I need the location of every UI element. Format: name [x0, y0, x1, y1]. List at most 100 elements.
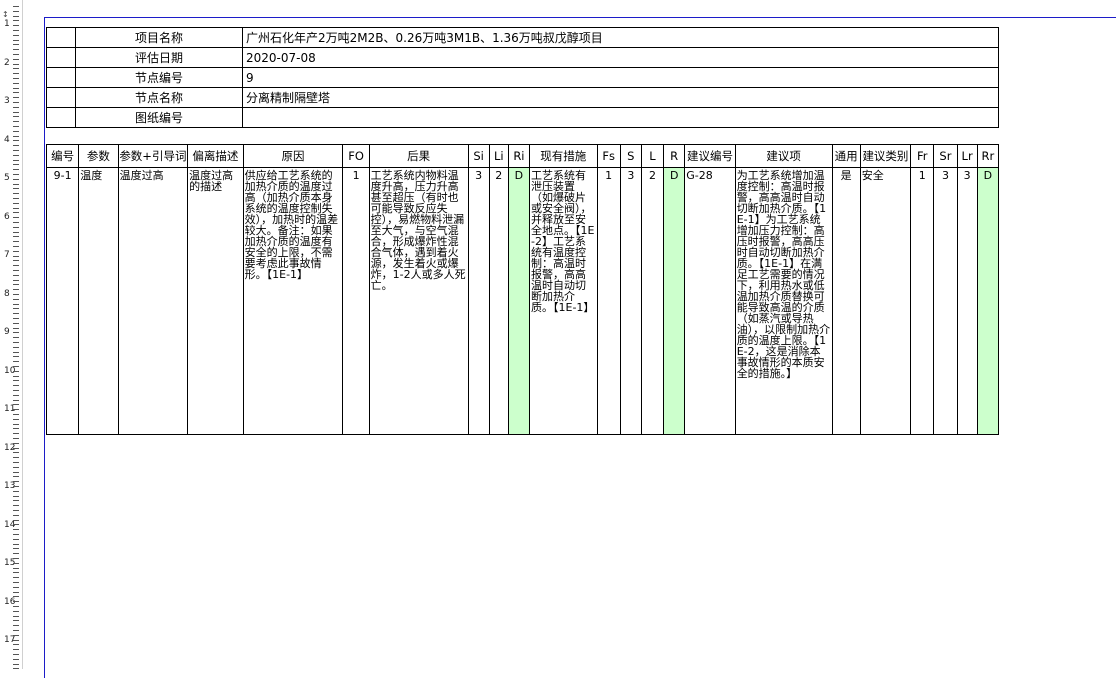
ruler-tick [13, 236, 19, 237]
ruler-tick [13, 462, 19, 463]
column-header: 原因 [242, 144, 344, 168]
ruler-tick [13, 20, 19, 21]
cell-ri: D [507, 167, 531, 435]
cell-id: 9-1 [45, 167, 80, 435]
info-blank-cell [46, 67, 76, 88]
ruler-tick [13, 577, 19, 578]
ruler-tick [13, 308, 19, 309]
ruler-tick [13, 524, 19, 525]
column-header: 编号 [45, 144, 80, 168]
ruler-tick [13, 59, 19, 60]
ruler-tick [13, 179, 19, 180]
ruler-tick [13, 553, 19, 554]
info-row: 节点编号 9 [46, 67, 999, 88]
cell-li: 2 [488, 167, 509, 435]
ruler-number: 3 [4, 96, 10, 106]
ruler-tick [13, 611, 19, 612]
column-header: FO [342, 144, 370, 168]
ruler-tick [13, 169, 19, 170]
ruler-number: 8 [4, 288, 10, 299]
info-value: 广州石化年产2万吨2M2B、0.26万吨3M1B、1.36万吨叔戊醇项目 [242, 27, 999, 48]
ruler-tick [13, 664, 19, 665]
column-header: Fs [596, 144, 621, 168]
cell-l: 2 [640, 167, 665, 435]
info-label: 图纸编号 [75, 107, 243, 128]
column-header: R [663, 144, 686, 168]
project-info-table: 项目名称 广州石化年产2万吨2M2B、0.26万吨3M1B、1.36万吨叔戊醇项目… [46, 27, 999, 128]
ruler-tick [13, 49, 19, 50]
ruler-tick [13, 361, 19, 362]
ruler-tick [13, 25, 19, 26]
ruler-tick [13, 534, 19, 535]
ruler-tick [13, 78, 19, 79]
column-header: 建议类别 [859, 144, 912, 168]
info-value [242, 107, 999, 128]
cell-s: 3 [619, 167, 642, 435]
cell-guide: 温度过高 [117, 167, 189, 435]
ruler-tick [13, 246, 19, 247]
ruler-tick [13, 54, 19, 55]
ruler-tick [13, 30, 19, 31]
ruler-tick [13, 452, 19, 453]
ruler-tick [13, 385, 19, 386]
ruler-tick [13, 352, 19, 353]
ruler-tick [13, 515, 19, 516]
column-header: 建议项 [734, 144, 833, 168]
ruler-tick [13, 284, 19, 285]
ruler-tick [13, 582, 19, 583]
ruler-tick [13, 97, 19, 98]
cell-fr: 1 [910, 167, 935, 435]
ruler-tick [13, 68, 19, 69]
column-header: L [640, 144, 665, 168]
table-header-row: 编号 参数 参数+引导词 偏离描述 原因 FO 后果 Si Li Ri 现有措施 Fs S L R 建议编号建… [45, 144, 1000, 168]
cell-deviation: 温度过高的描述 [187, 167, 244, 435]
ruler-tick [13, 644, 19, 645]
cell-si: 3 [467, 167, 490, 435]
info-value: 分离精制隔壁塔 [242, 87, 999, 108]
ruler-tick [13, 145, 19, 146]
ruler-tick [13, 654, 19, 655]
column-header: Sr [933, 144, 958, 168]
ruler-tick [13, 572, 19, 573]
column-header: Lr [956, 144, 978, 168]
ruler-tick [13, 337, 19, 338]
info-row: 节点名称 分离精制隔壁塔 [46, 87, 999, 108]
vertical-ruler: ↕ 1 2 3 4 5 6 7 8 9 10 11 12 13 14 15 16 17 [0, 0, 23, 669]
ruler-tick [13, 304, 19, 305]
cell-category: 安全 [859, 167, 912, 435]
ruler-tick [13, 640, 19, 641]
ruler-tick [13, 606, 19, 607]
ruler-number: 6 [4, 211, 10, 222]
ruler-tick [13, 500, 19, 501]
column-header: Li [488, 144, 509, 168]
ruler-tick [13, 347, 19, 348]
ruler-tick [13, 510, 19, 511]
ruler-number: 7 [4, 250, 10, 260]
ruler-tick [13, 332, 19, 333]
ruler-tick [13, 83, 19, 84]
ruler-tick [13, 592, 19, 593]
ruler-tick [13, 40, 19, 41]
ruler-tick [13, 260, 19, 261]
ruler-tick [13, 563, 19, 564]
cell-param: 温度 [78, 167, 119, 435]
ruler-tick [13, 539, 19, 540]
ruler-tick [13, 208, 19, 209]
column-header: 现有措施 [529, 144, 598, 168]
ruler-tick [13, 520, 19, 521]
ruler-tick [13, 414, 19, 415]
ruler-tick [13, 472, 19, 473]
ruler-tick [13, 424, 19, 425]
ruler-tick [13, 102, 19, 103]
ruler-tick [13, 443, 19, 444]
info-label: 评估日期 [75, 47, 243, 68]
column-header: Si [467, 144, 490, 168]
ruler-tick [13, 328, 19, 329]
ruler-tick [13, 313, 19, 314]
column-header: Rr [976, 144, 1000, 168]
ruler-tick [13, 568, 19, 569]
ruler-tick [13, 380, 19, 381]
ruler-tick [13, 544, 19, 545]
ruler-tick [13, 150, 19, 151]
ruler-tick [13, 241, 19, 242]
